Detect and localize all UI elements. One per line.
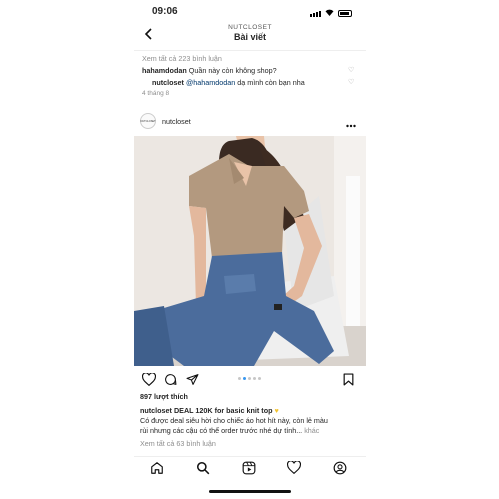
post-caption: nutcloset DEAL 120K for basic knit top ♥… — [140, 406, 362, 436]
profile-icon[interactable] — [333, 461, 347, 480]
carousel-dot — [253, 377, 256, 380]
caption-username[interactable]: nutcloset — [140, 406, 172, 415]
caption-line-1: Có được deal siêu hời cho chiếc áo hot h… — [140, 416, 328, 425]
battery-icon — [338, 10, 352, 17]
view-all-comments-link[interactable]: Xem tất cả 223 bình luận — [142, 54, 222, 63]
view-all-comments-bottom[interactable]: Xem tất cả 63 bình luận — [140, 439, 216, 448]
status-bar: 09:06 — [134, 6, 366, 20]
search-icon[interactable] — [196, 461, 210, 480]
carousel-indicator — [238, 377, 261, 380]
avatar-label: NUTCLOSET — [140, 119, 156, 123]
signal-icon — [310, 10, 321, 17]
phone-screen: 09:06 NUTCLOSET Bài viết Xem tất cả 223 … — [134, 0, 366, 499]
reply-like-icon[interactable]: ♡ — [348, 78, 354, 86]
bookmark-icon[interactable] — [343, 373, 354, 391]
divider — [134, 50, 366, 51]
status-time: 09:06 — [152, 6, 178, 17]
reply-username[interactable]: nutcloset — [152, 78, 184, 87]
comment-text: Quần này còn không shop? — [188, 66, 277, 75]
comment-icon[interactable] — [164, 373, 177, 391]
post-image — [134, 136, 366, 366]
post-username[interactable]: nutcloset — [162, 117, 191, 126]
bottom-nav — [134, 456, 366, 478]
page-title: Bài viết — [233, 32, 266, 42]
share-icon[interactable] — [186, 373, 199, 391]
caption-title: DEAL 120K for basic knit top — [173, 406, 273, 415]
more-horizontal-icon[interactable] — [346, 116, 356, 134]
comment-item: hahamdodan Quần này còn không shop? — [142, 66, 277, 75]
yellow-heart-icon: ♥ — [274, 406, 279, 415]
likes-count[interactable]: 897 lượt thích — [140, 392, 188, 401]
reels-icon[interactable] — [242, 461, 256, 480]
reply-text: dạ mình còn bạn nha — [237, 78, 305, 87]
post-photo[interactable] — [134, 136, 366, 366]
activity-heart-icon[interactable] — [286, 460, 302, 479]
home-indicator — [209, 490, 291, 493]
caption-more-link[interactable]: khác — [304, 426, 319, 435]
header-subtitle: NUTCLOSET — [228, 24, 272, 31]
avatar[interactable]: NUTCLOSET — [140, 113, 156, 129]
carousel-dot-active — [243, 377, 246, 380]
home-icon[interactable] — [150, 461, 164, 480]
comment-username[interactable]: hahamdodan — [142, 66, 187, 75]
comment-reply: nutcloset @hahamdodan dạ mình còn bạn nh… — [152, 78, 305, 87]
carousel-dot — [258, 377, 261, 380]
heart-icon[interactable] — [141, 372, 157, 391]
post-date: 4 tháng 8 — [142, 90, 170, 97]
chevron-left-icon[interactable] — [144, 28, 152, 42]
carousel-dot — [238, 377, 241, 380]
reply-mention[interactable]: @hahamdodan — [186, 78, 235, 87]
caption-line-2: rùi nhưng các cậu có thể order trước nhé… — [140, 426, 303, 435]
status-icons — [310, 8, 352, 19]
post-header: NUTCLOSET Bài viết — [134, 24, 366, 46]
wifi-icon — [325, 8, 334, 19]
carousel-dot — [248, 377, 251, 380]
comment-like-icon[interactable]: ♡ — [348, 66, 354, 74]
